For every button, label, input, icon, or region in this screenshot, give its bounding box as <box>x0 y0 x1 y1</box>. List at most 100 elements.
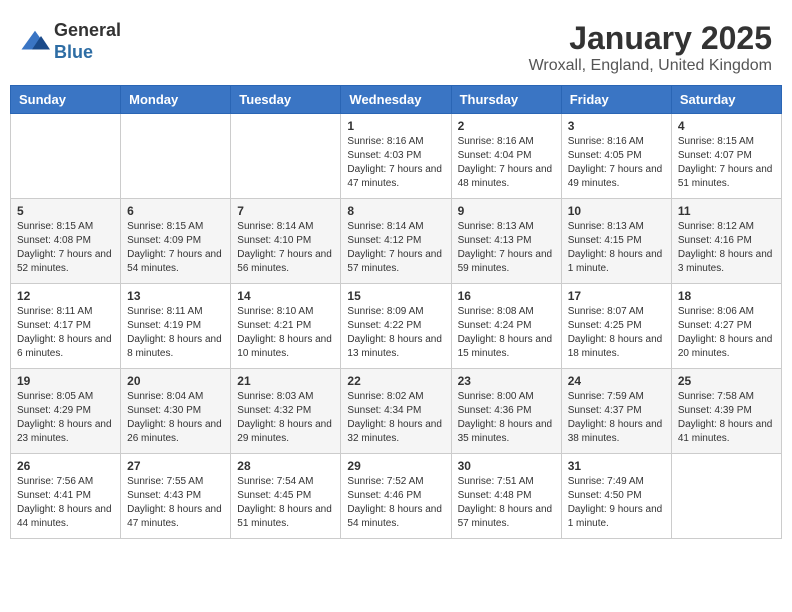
day-number: 21 <box>237 374 334 388</box>
calendar-cell: 19Sunrise: 8:05 AMSunset: 4:29 PMDayligh… <box>11 369 121 454</box>
title-area: January 2025 Wroxall, England, United Ki… <box>529 20 772 75</box>
day-info: Sunrise: 8:09 AMSunset: 4:22 PMDaylight:… <box>347 305 444 361</box>
day-number: 24 <box>568 374 665 388</box>
calendar-cell <box>231 114 341 199</box>
day-number: 1 <box>347 119 444 133</box>
day-info: Sunrise: 8:05 AMSunset: 4:29 PMDaylight:… <box>17 390 114 446</box>
day-number: 7 <box>237 204 334 218</box>
day-info: Sunrise: 8:15 AMSunset: 4:09 PMDaylight:… <box>127 220 224 276</box>
calendar-cell: 26Sunrise: 7:56 AMSunset: 4:41 PMDayligh… <box>11 454 121 539</box>
calendar-cell: 21Sunrise: 8:03 AMSunset: 4:32 PMDayligh… <box>231 369 341 454</box>
day-info: Sunrise: 7:49 AMSunset: 4:50 PMDaylight:… <box>568 475 665 531</box>
calendar-header-thursday: Thursday <box>451 86 561 114</box>
day-number: 18 <box>678 289 775 303</box>
calendar-week-1: 1 Sunrise: 8:16 AMSunset: 4:03 PMDaylight… <box>11 114 782 199</box>
calendar-week-5: 26Sunrise: 7:56 AMSunset: 4:41 PMDayligh… <box>11 454 782 539</box>
day-number: 20 <box>127 374 224 388</box>
day-info: Sunrise: 8:15 AMSunset: 4:08 PMDaylight:… <box>17 220 114 276</box>
day-number: 2 <box>458 119 555 133</box>
day-number: 5 <box>17 204 114 218</box>
location: Wroxall, England, United Kingdom <box>529 57 772 75</box>
day-info: Sunrise: 8:08 AMSunset: 4:24 PMDaylight:… <box>458 305 555 361</box>
day-number: 14 <box>237 289 334 303</box>
day-number: 10 <box>568 204 665 218</box>
calendar-cell: 23 Sunrise: 8:00 AMSunset: 4:36 PMDayligh… <box>451 369 561 454</box>
day-number: 26 <box>17 459 114 473</box>
calendar-header-row: SundayMondayTuesdayWednesdayThursdayFrid… <box>11 86 782 114</box>
day-info: Sunrise: 8:11 AMSunset: 4:17 PMDaylight:… <box>17 305 114 361</box>
day-number: 25 <box>678 374 775 388</box>
calendar-cell: 4Sunrise: 8:15 AMSunset: 4:07 PMDaylight… <box>671 114 781 199</box>
calendar: SundayMondayTuesdayWednesdayThursdayFrid… <box>10 85 782 539</box>
calendar-cell: 6 Sunrise: 8:15 AMSunset: 4:09 PMDaylight… <box>121 199 231 284</box>
calendar-cell: 29Sunrise: 7:52 AMSunset: 4:46 PMDayligh… <box>341 454 451 539</box>
day-info: Sunrise: 7:58 AMSunset: 4:39 PMDaylight:… <box>678 390 775 446</box>
calendar-header-sunday: Sunday <box>11 86 121 114</box>
calendar-header-monday: Monday <box>121 86 231 114</box>
day-number: 12 <box>17 289 114 303</box>
calendar-cell: 11 Sunrise: 8:12 AMSunset: 4:16 PMDayligh… <box>671 199 781 284</box>
day-info: Sunrise: 8:13 AMSunset: 4:13 PMDaylight:… <box>458 220 555 276</box>
logo-icon <box>20 27 50 57</box>
calendar-cell: 3 Sunrise: 8:16 AMSunset: 4:05 PMDaylight… <box>561 114 671 199</box>
calendar-cell: 14Sunrise: 8:10 AMSunset: 4:21 PMDayligh… <box>231 284 341 369</box>
day-number: 22 <box>347 374 444 388</box>
day-number: 27 <box>127 459 224 473</box>
day-info: Sunrise: 8:12 AMSunset: 4:16 PMDaylight:… <box>678 220 775 276</box>
day-info: Sunrise: 8:07 AMSunset: 4:25 PMDaylight:… <box>568 305 665 361</box>
day-number: 29 <box>347 459 444 473</box>
day-info: Sunrise: 8:16 AMSunset: 4:05 PMDaylight:… <box>568 135 665 191</box>
day-number: 17 <box>568 289 665 303</box>
day-number: 15 <box>347 289 444 303</box>
calendar-cell: 18 Sunrise: 8:06 AMSunset: 4:27 PMDayligh… <box>671 284 781 369</box>
calendar-cell <box>121 114 231 199</box>
calendar-cell: 8 Sunrise: 8:14 AMSunset: 4:12 PMDaylight… <box>341 199 451 284</box>
logo: General Blue <box>20 20 121 63</box>
day-info: Sunrise: 7:54 AMSunset: 4:45 PMDaylight:… <box>237 475 334 531</box>
day-number: 13 <box>127 289 224 303</box>
month-title: January 2025 <box>529 20 772 57</box>
day-number: 28 <box>237 459 334 473</box>
calendar-cell: 28 Sunrise: 7:54 AMSunset: 4:45 PMDayligh… <box>231 454 341 539</box>
logo-blue: Blue <box>54 42 93 62</box>
day-info: Sunrise: 8:04 AMSunset: 4:30 PMDaylight:… <box>127 390 224 446</box>
day-number: 3 <box>568 119 665 133</box>
calendar-cell: 16 Sunrise: 8:08 AMSunset: 4:24 PMDayligh… <box>451 284 561 369</box>
day-info: Sunrise: 8:00 AMSunset: 4:36 PMDaylight:… <box>458 390 555 446</box>
calendar-cell: 20 Sunrise: 8:04 AMSunset: 4:30 PMDayligh… <box>121 369 231 454</box>
calendar-cell <box>11 114 121 199</box>
day-info: Sunrise: 8:14 AMSunset: 4:12 PMDaylight:… <box>347 220 444 276</box>
calendar-week-3: 12 Sunrise: 8:11 AMSunset: 4:17 PMDayligh… <box>11 284 782 369</box>
calendar-cell: 25 Sunrise: 7:58 AMSunset: 4:39 PMDayligh… <box>671 369 781 454</box>
day-info: Sunrise: 7:55 AMSunset: 4:43 PMDaylight:… <box>127 475 224 531</box>
calendar-cell: 24 Sunrise: 7:59 AMSunset: 4:37 PMDayligh… <box>561 369 671 454</box>
day-info: Sunrise: 8:16 AMSunset: 4:04 PMDaylight:… <box>458 135 555 191</box>
day-number: 11 <box>678 204 775 218</box>
day-number: 16 <box>458 289 555 303</box>
day-info: Sunrise: 8:16 AMSunset: 4:03 PMDaylight:… <box>347 135 444 191</box>
day-info: Sunrise: 7:51 AMSunset: 4:48 PMDaylight:… <box>458 475 555 531</box>
calendar-cell: 31 Sunrise: 7:49 AMSunset: 4:50 PMDayligh… <box>561 454 671 539</box>
day-number: 8 <box>347 204 444 218</box>
day-info: Sunrise: 7:59 AMSunset: 4:37 PMDaylight:… <box>568 390 665 446</box>
calendar-cell: 9Sunrise: 8:13 AMSunset: 4:13 PMDaylight… <box>451 199 561 284</box>
logo-general: General <box>54 20 121 40</box>
day-number: 31 <box>568 459 665 473</box>
calendar-cell: 10 Sunrise: 8:13 AMSunset: 4:15 PMDayligh… <box>561 199 671 284</box>
day-info: Sunrise: 8:13 AMSunset: 4:15 PMDaylight:… <box>568 220 665 276</box>
day-info: Sunrise: 8:06 AMSunset: 4:27 PMDaylight:… <box>678 305 775 361</box>
day-number: 6 <box>127 204 224 218</box>
calendar-header-saturday: Saturday <box>671 86 781 114</box>
calendar-cell: 2 Sunrise: 8:16 AMSunset: 4:04 PMDaylight… <box>451 114 561 199</box>
day-number: 4 <box>678 119 775 133</box>
calendar-cell: 17 Sunrise: 8:07 AMSunset: 4:25 PMDayligh… <box>561 284 671 369</box>
day-info: Sunrise: 8:14 AMSunset: 4:10 PMDaylight:… <box>237 220 334 276</box>
day-number: 23 <box>458 374 555 388</box>
calendar-cell: 1 Sunrise: 8:16 AMSunset: 4:03 PMDaylight… <box>341 114 451 199</box>
calendar-cell <box>671 454 781 539</box>
day-info: Sunrise: 8:11 AMSunset: 4:19 PMDaylight:… <box>127 305 224 361</box>
calendar-header-wednesday: Wednesday <box>341 86 451 114</box>
calendar-cell: 30Sunrise: 7:51 AMSunset: 4:48 PMDayligh… <box>451 454 561 539</box>
calendar-cell: 12 Sunrise: 8:11 AMSunset: 4:17 PMDayligh… <box>11 284 121 369</box>
header: General Blue January 2025 Wroxall, Engla… <box>10 10 782 80</box>
